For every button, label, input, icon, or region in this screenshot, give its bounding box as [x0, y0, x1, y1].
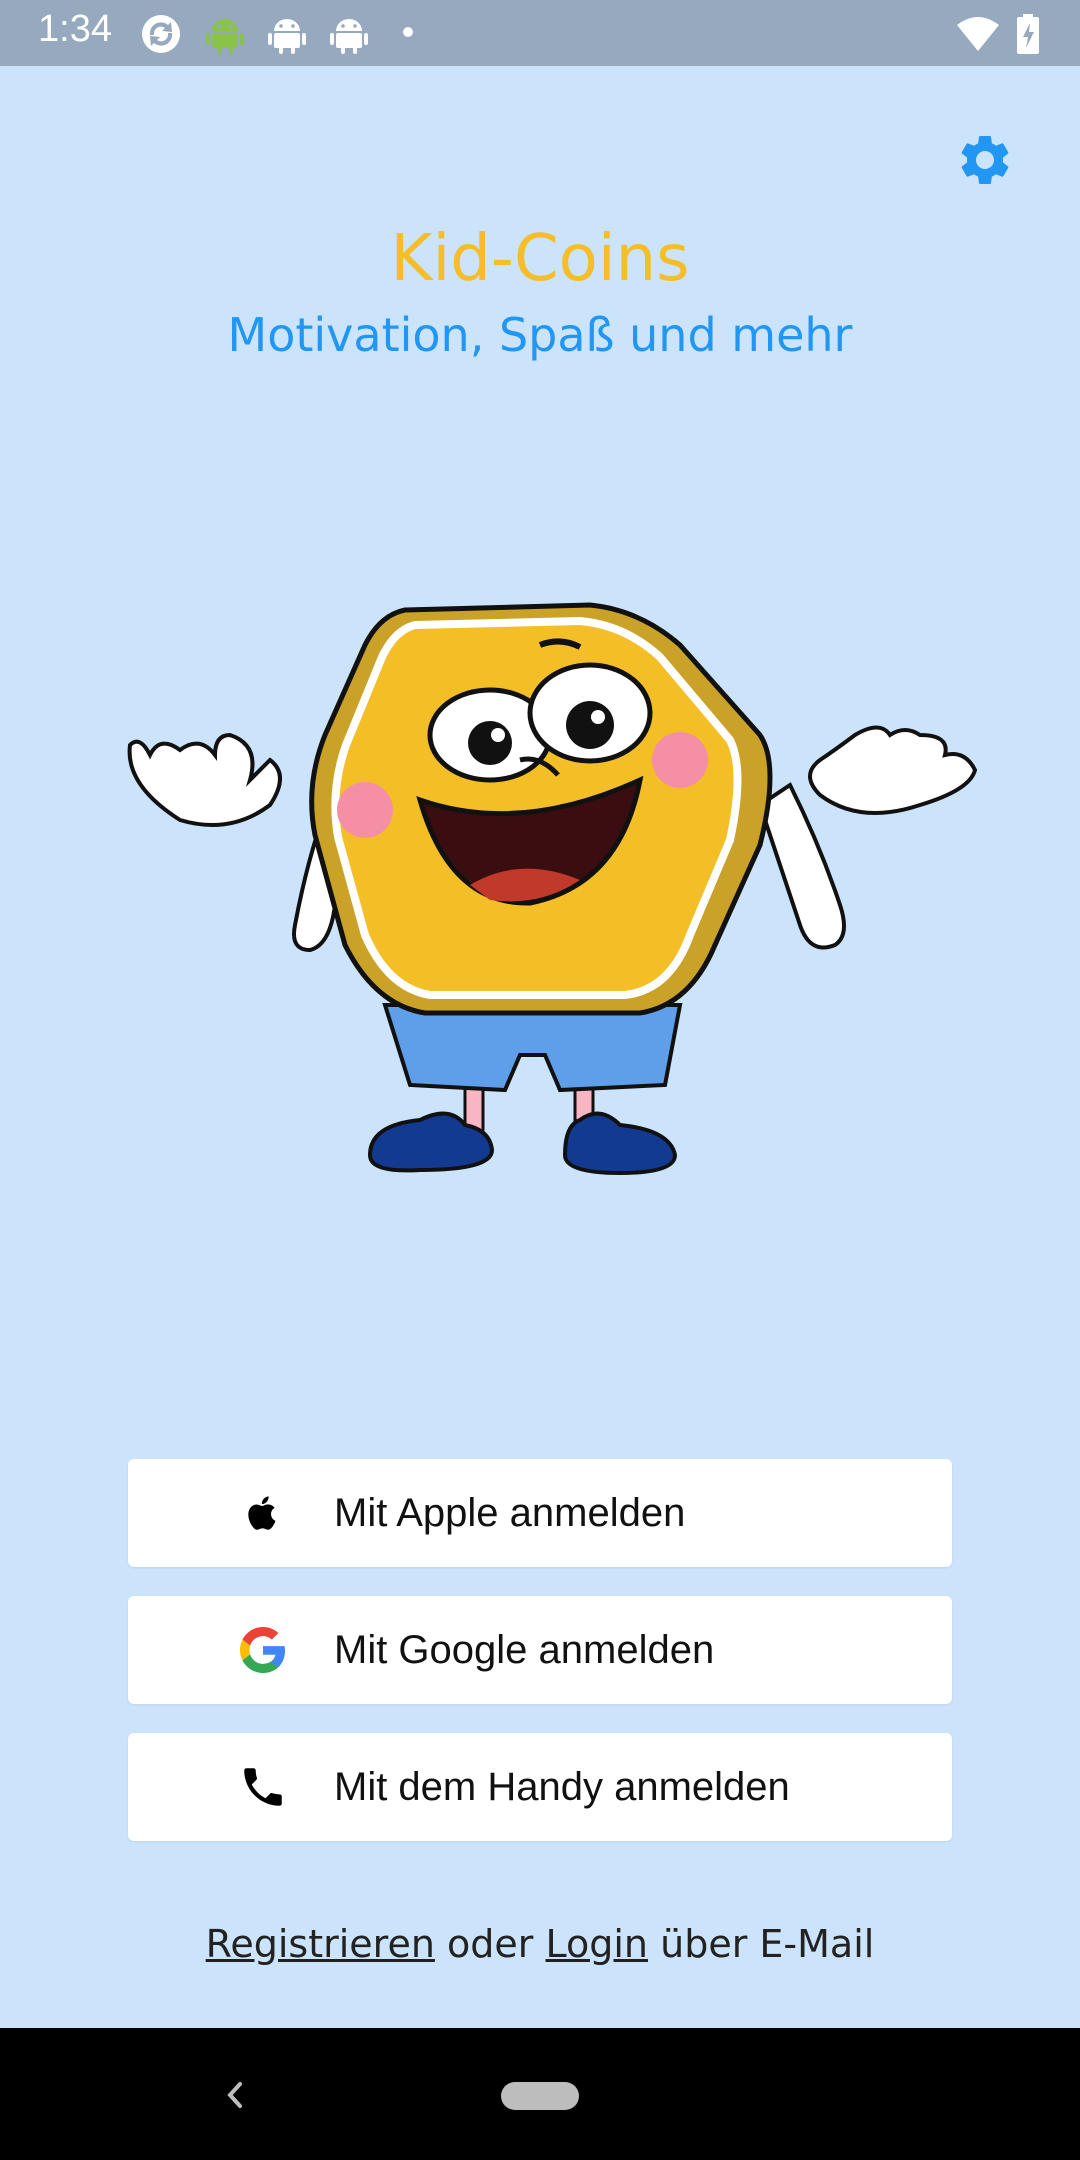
android-icon	[330, 19, 368, 54]
back-chevron-icon[interactable]	[220, 2080, 250, 2110]
apple-icon	[238, 1488, 288, 1538]
wifi-icon	[957, 17, 999, 51]
email-auth-footer: Registrieren oder Login über E-Mail	[0, 1922, 1080, 1966]
coin-mascot-illustration	[127, 602, 978, 1176]
apple-sign-in-button[interactable]: Mit Apple anmelden	[128, 1459, 952, 1567]
phone-sign-in-label: Mit dem Handy anmelden	[334, 1765, 790, 1809]
app-title: Kid-Coins	[390, 222, 690, 296]
dot-icon	[403, 27, 413, 37]
gear-icon[interactable]	[955, 130, 1015, 190]
apple-sign-in-label: Mit Apple anmelden	[334, 1491, 686, 1535]
google-sign-in-button[interactable]: Mit Google anmelden	[128, 1596, 952, 1704]
android-icon	[206, 19, 244, 54]
sync-icon	[142, 15, 180, 53]
register-link[interactable]: Registrieren	[206, 1922, 435, 1966]
battery-icon	[1017, 14, 1039, 54]
status-bar: 1:34	[0, 0, 1080, 66]
phone-icon	[238, 1762, 288, 1812]
home-pill-icon[interactable]	[501, 2082, 579, 2110]
google-sign-in-label: Mit Google anmelden	[334, 1628, 715, 1672]
login-link[interactable]: Login	[546, 1922, 649, 1966]
status-time: 1:34	[38, 8, 112, 50]
android-icon	[268, 19, 306, 54]
footer-connector: oder	[447, 1922, 534, 1966]
google-icon	[238, 1625, 288, 1675]
app-subtitle: Motivation, Spaß und mehr	[227, 308, 853, 362]
footer-suffix: über E-Mail	[660, 1922, 875, 1966]
phone-sign-in-button[interactable]: Mit dem Handy anmelden	[128, 1733, 952, 1841]
